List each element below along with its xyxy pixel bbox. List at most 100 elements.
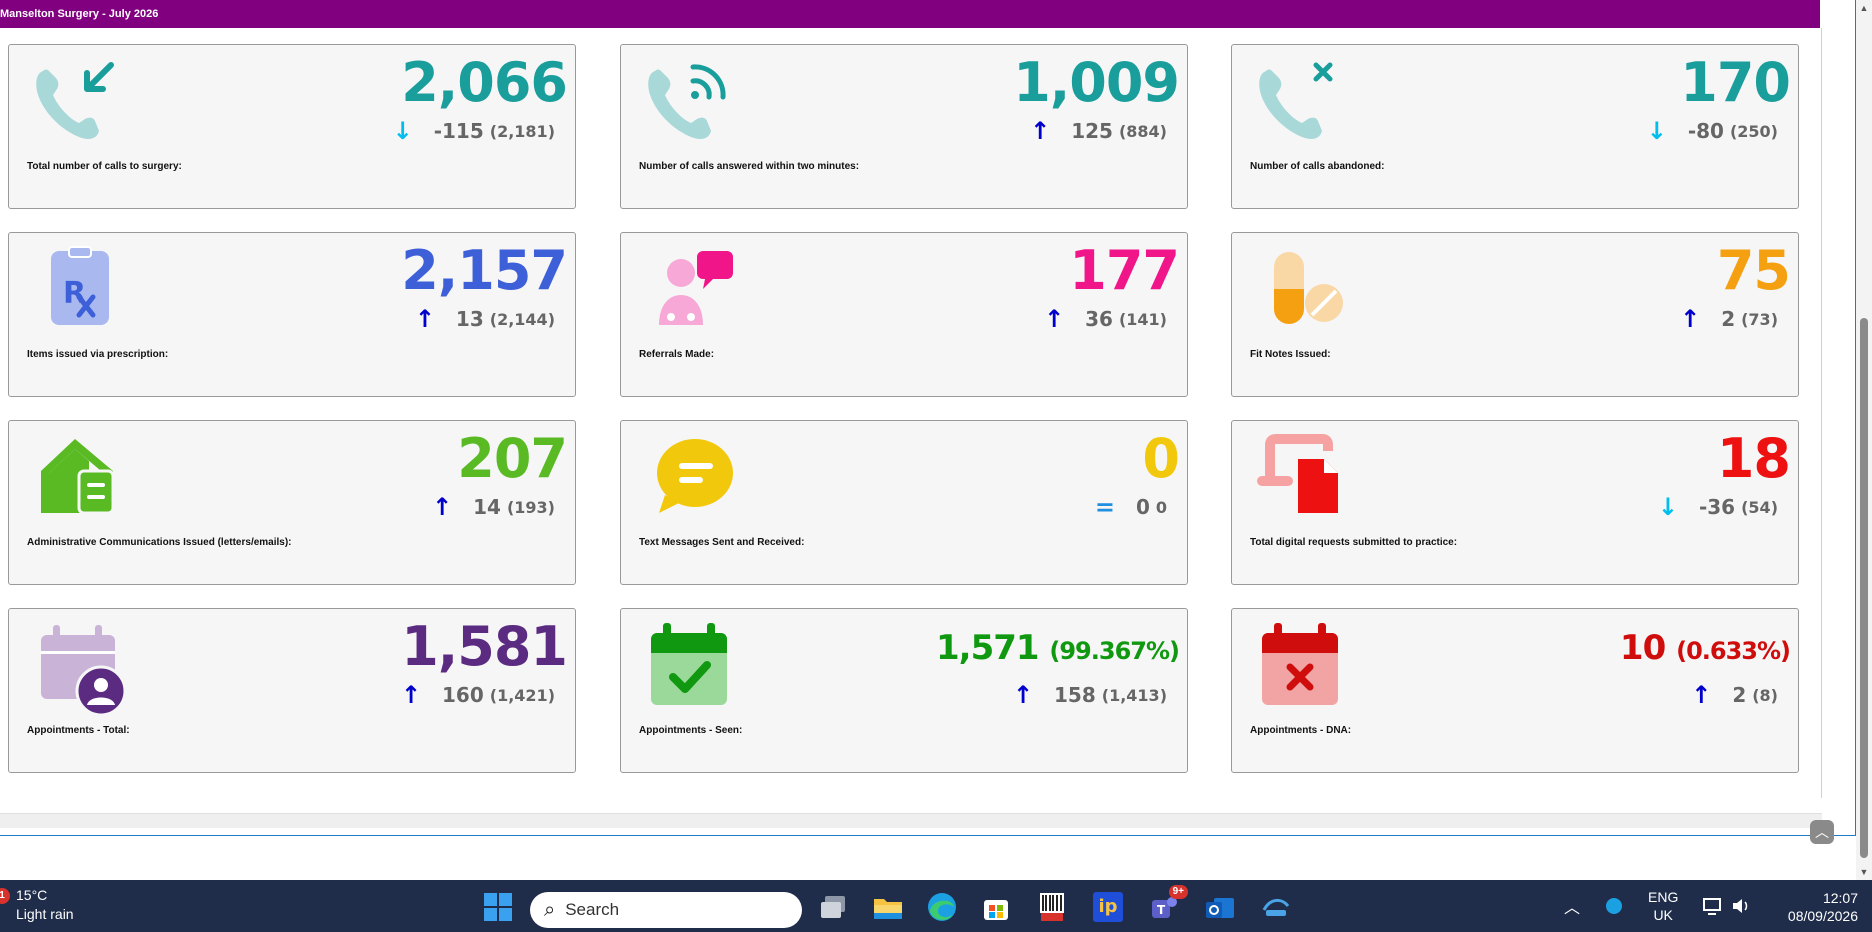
phone-incoming-icon <box>29 57 129 142</box>
arrow-up-icon: ↑ <box>1012 681 1034 709</box>
prescription-icon: R <box>29 245 129 330</box>
kpi-change: = 0 0 <box>1088 493 1167 521</box>
clock-time: 12:07 <box>1822 890 1858 906</box>
card-total-calls: 2,066 ↓ -115 (2,181) Total number of cal… <box>8 44 576 209</box>
card-prescriptions: R 2,157 ↑ 13 (2,144) Items issued via pr… <box>8 232 576 397</box>
volume-icon[interactable] <box>1730 880 1750 932</box>
equals-icon: = <box>1094 493 1115 521</box>
scroll-down-arrow-icon[interactable]: ▼ <box>1856 864 1872 880</box>
kpi-label: Referrals Made: <box>639 349 715 360</box>
edge-tray-icon[interactable] <box>1604 880 1624 932</box>
weather-badge: 1 <box>0 888 10 904</box>
card-appointments-dna: 10 (0.633%) ↑ 2 (8) Appointments - DNA: <box>1231 608 1799 773</box>
kpi-value: 207 <box>457 427 568 490</box>
svg-text:T: T <box>1157 903 1166 917</box>
windows-taskbar: 1 15°C Light rain ⌕ Search ip T 9+ ︿ ENG… <box>0 880 1872 932</box>
kpi-change: ↑ 158 (1,413) <box>1006 681 1167 709</box>
arrow-up-icon: ↑ <box>432 493 453 521</box>
region-code: UK <box>1653 907 1673 923</box>
card-admin-comms: 207 ↑ 14 (193) Administrative Communicat… <box>8 420 576 585</box>
kpi-value: 75 <box>1716 239 1791 302</box>
arrow-down-icon: ↓ <box>392 117 413 145</box>
previous-value: 0 <box>1155 497 1167 517</box>
kpi-label: Administrative Communications Issued (le… <box>27 537 292 548</box>
kpi-change: ↓ -80 (250) <box>1640 117 1778 145</box>
previous-value: (1,413) <box>1101 685 1167 705</box>
previous-value: (1,421) <box>489 685 555 705</box>
arrow-up-icon: ↑ <box>1691 681 1712 709</box>
task-view-icon[interactable] <box>816 889 852 925</box>
kpi-value: 1,009 <box>1013 51 1180 114</box>
search-icon: ⌕ <box>544 898 556 921</box>
change-value: 2 <box>1721 307 1736 331</box>
weather-condition: Light rain <box>16 906 74 922</box>
change-value: 160 <box>442 683 484 707</box>
kpi-value: 2,066 <box>401 51 568 114</box>
previous-value: (2,144) <box>489 309 555 329</box>
kpi-label: Total number of calls to surgery: <box>27 161 182 172</box>
outlook-icon[interactable] <box>1202 889 1238 925</box>
change-value: 36 <box>1085 307 1113 331</box>
show-hidden-icons-chevron-icon[interactable]: ︿ <box>1564 880 1580 932</box>
arrow-up-icon: ↑ <box>414 305 435 333</box>
change-value: 13 <box>455 307 484 331</box>
kpi-label: Appointments - Seen: <box>639 725 743 736</box>
kpi-change: ↑ 13 (2,144) <box>408 305 555 333</box>
remote-app-icon[interactable] <box>1258 889 1294 925</box>
card-calls-answered: 1,009 ↑ 125 (884) Number of calls answer… <box>620 44 1188 209</box>
arrow-up-icon: ↑ <box>1044 305 1065 333</box>
kpi-change: ↑ 2 (8) <box>1684 681 1778 709</box>
vertical-scrollbar[interactable]: ▲ ▼ <box>1856 0 1872 880</box>
kpi-value: 170 <box>1680 51 1791 114</box>
edge-browser-icon[interactable] <box>924 889 960 925</box>
card-appointments-seen: 1,571 (99.367%) ↑ 158 (1,413) Appointmen… <box>620 608 1188 773</box>
kpi-change: ↓ -36 (54) <box>1651 493 1778 521</box>
scroll-up-arrow-icon[interactable]: ▲ <box>1856 0 1872 16</box>
barcode-app-icon[interactable] <box>1034 889 1070 925</box>
teams-icon[interactable]: T 9+ <box>1146 885 1188 925</box>
previous-value: (73) <box>1741 309 1778 329</box>
system-clock[interactable]: 12:07 08/09/2026 <box>1788 889 1858 925</box>
arrow-down-icon: ↓ <box>1657 493 1679 521</box>
doctor-chat-icon <box>641 245 741 330</box>
kpi-label: Appointments - DNA: <box>1250 725 1352 736</box>
previous-value: (2,181) <box>489 121 555 141</box>
language-code: ENG <box>1648 889 1679 905</box>
previous-value: (8) <box>1752 685 1778 705</box>
ip-app-icon[interactable]: ip <box>1090 889 1126 925</box>
kpi-value: 10 (0.633%) <box>1619 627 1791 670</box>
kpi-value-number: 10 <box>1619 628 1666 668</box>
horizontal-scrollbar[interactable] <box>0 813 1822 828</box>
kpi-label: Items issued via prescription: <box>27 349 169 360</box>
kpi-change: ↑ 2 (73) <box>1673 305 1778 333</box>
taskbar-search[interactable]: ⌕ Search <box>530 892 802 928</box>
kpi-change: ↑ 125 (884) <box>1023 117 1167 145</box>
network-icon[interactable] <box>1702 880 1724 932</box>
search-placeholder: Search <box>565 900 620 919</box>
pills-icon <box>1252 245 1352 330</box>
language-indicator[interactable]: ENG UK <box>1648 880 1678 932</box>
previous-value: (141) <box>1118 309 1167 329</box>
kpi-value: 1,581 <box>401 615 568 678</box>
change-value: 14 <box>473 495 501 519</box>
digital-request-icon <box>1252 433 1352 518</box>
kpi-label: Text Messages Sent and Received: <box>639 537 805 548</box>
kpi-value: 1,571 (99.367%) <box>936 627 1180 670</box>
kpi-change: ↓ -115 (2,181) <box>386 117 555 145</box>
change-value: -36 <box>1698 495 1736 519</box>
previous-value: (884) <box>1118 121 1167 141</box>
windows-start-icon[interactable] <box>480 889 516 925</box>
collapse-up-button[interactable]: ︿ <box>1810 820 1834 844</box>
file-explorer-icon[interactable] <box>870 889 906 925</box>
arrow-down-icon: ↓ <box>1646 117 1667 145</box>
card-calls-abandoned: 170 ↓ -80 (250) Number of calls abandone… <box>1231 44 1799 209</box>
calendar-person-icon <box>29 621 129 717</box>
card-appointments-total: 1,581 ↑ 160 (1,421) Appointments - Total… <box>8 608 576 773</box>
microsoft-store-icon[interactable] <box>978 889 1014 925</box>
report-title: Manselton Surgery - July 2026 <box>0 8 159 20</box>
change-value: 2 <box>1732 683 1747 707</box>
change-value: 158 <box>1054 683 1096 707</box>
previous-value: (54) <box>1741 497 1778 517</box>
kpi-value: 2,157 <box>401 239 568 302</box>
scrollbar-thumb[interactable] <box>1860 318 1868 858</box>
